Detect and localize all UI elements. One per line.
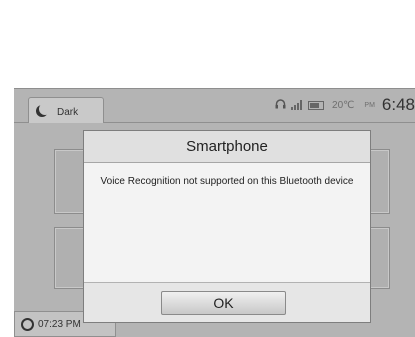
dialog-footer: OK (84, 282, 370, 322)
dark-mode-tab[interactable]: Dark (28, 97, 104, 123)
smartphone-dialog: Smartphone Voice Recognition not support… (83, 130, 371, 323)
clock-icon (21, 317, 34, 331)
dialog-message: Voice Recognition not supported on this … (100, 176, 354, 187)
bottom-time: 07:23 PM (38, 318, 81, 330)
moon-icon (39, 103, 51, 115)
headset-icon (275, 98, 286, 112)
signal-icon (291, 100, 303, 110)
time-suffix: PM (364, 101, 375, 109)
battery-icon (308, 100, 325, 110)
status-bar: 20℃ PM 6:48 (275, 95, 415, 115)
car-display-screen: Dark 20℃ PM 6:48 07:23 PM Smartphone Voi… (14, 88, 415, 337)
temperature: 20℃ (332, 99, 355, 111)
dialog-title: Smartphone (84, 131, 370, 163)
dark-mode-label: Dark (57, 107, 79, 118)
clock: 6:48 (381, 95, 415, 114)
ok-button[interactable]: OK (161, 291, 286, 315)
